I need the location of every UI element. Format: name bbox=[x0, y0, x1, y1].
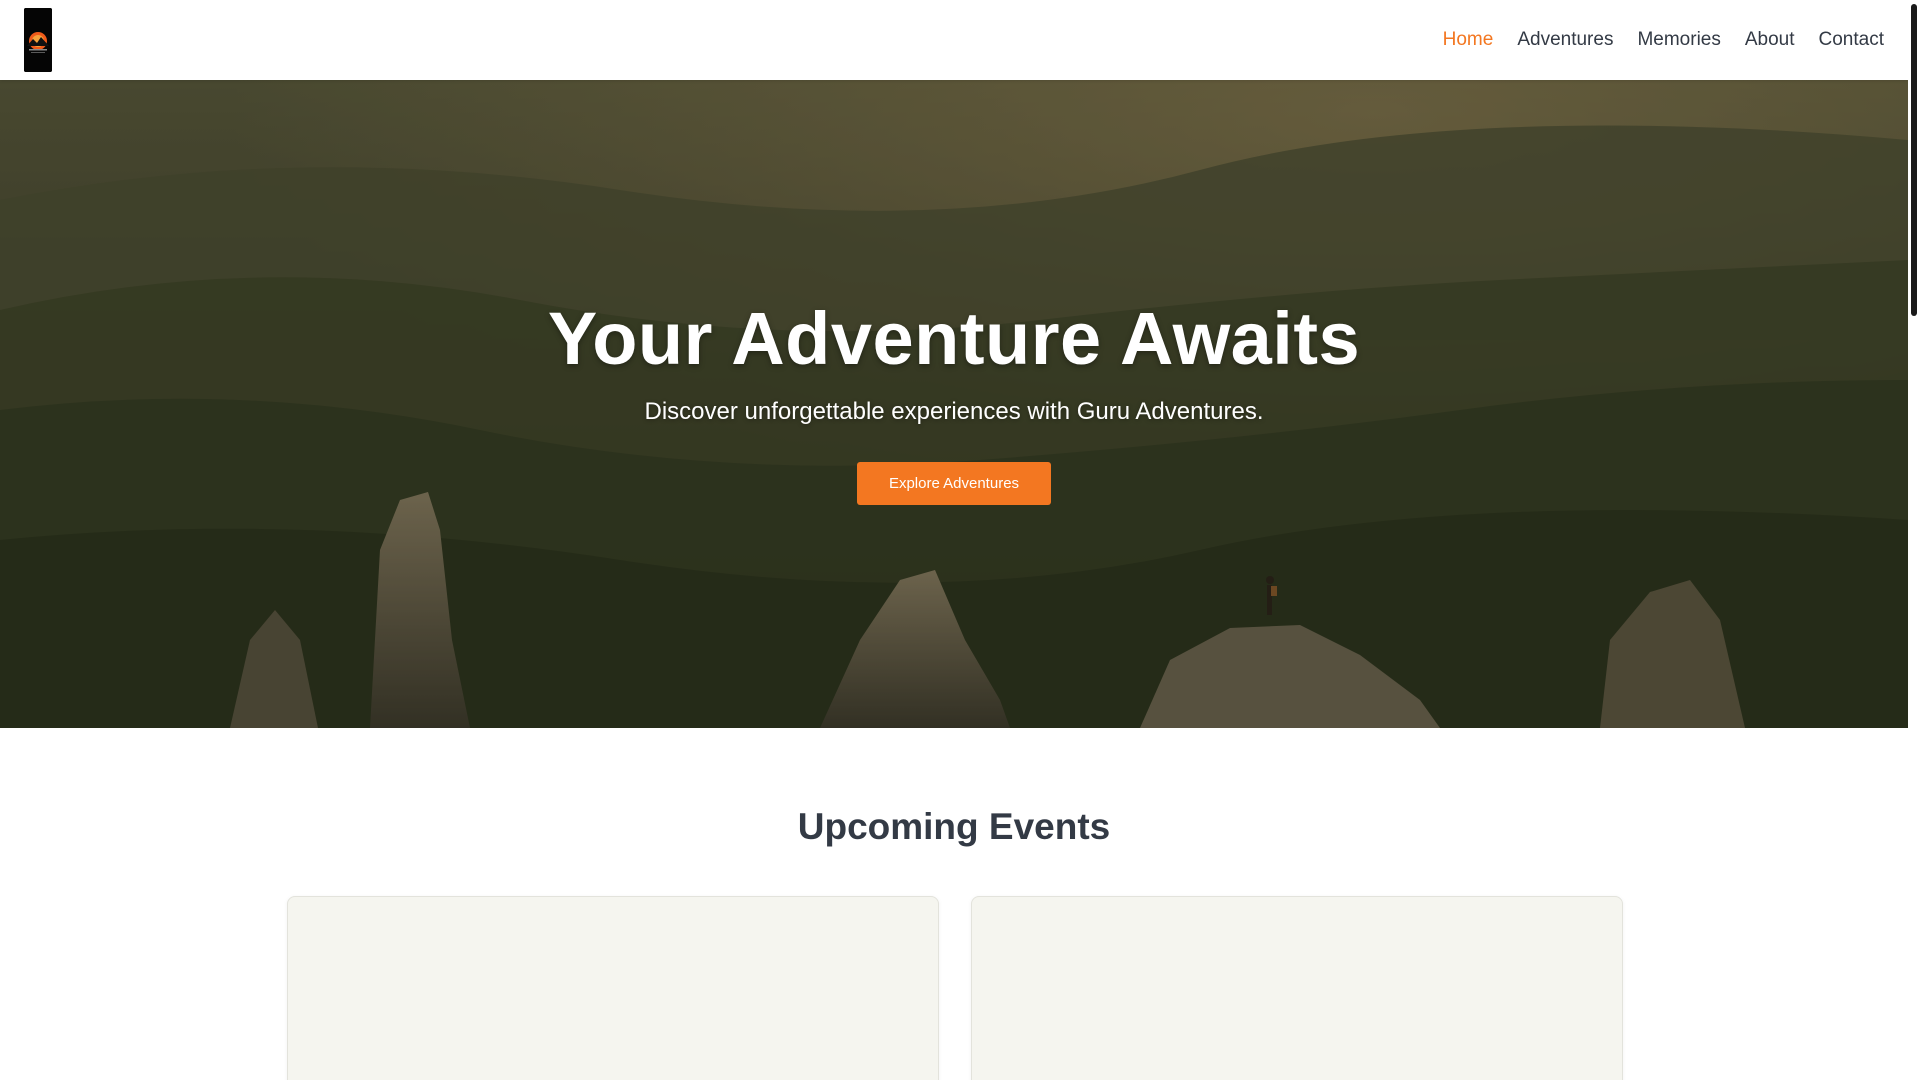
site-logo[interactable] bbox=[24, 8, 52, 72]
hero-section: Your Adventure Awaits Discover unforgett… bbox=[0, 80, 1908, 728]
nav-adventures-link[interactable]: Adventures bbox=[1517, 29, 1613, 51]
main-nav: Home Adventures Memories About Contact bbox=[1443, 0, 1884, 80]
nav-contact-link[interactable]: Contact bbox=[1819, 29, 1884, 51]
browser-viewport: Home Adventures Memories About Contact Y… bbox=[0, 0, 1920, 1080]
hero-content: Your Adventure Awaits Discover unforgett… bbox=[0, 302, 1908, 505]
nav-home-link[interactable]: Home bbox=[1443, 29, 1494, 51]
page-scrollbar[interactable] bbox=[1908, 0, 1920, 1080]
nav-memories-link[interactable]: Memories bbox=[1637, 29, 1720, 51]
hero-title: Your Adventure Awaits bbox=[547, 297, 1361, 380]
nav-about-link[interactable]: About bbox=[1745, 29, 1795, 51]
hero-subtitle: Discover unforgettable experiences with … bbox=[644, 398, 1264, 425]
scrollbar-thumb[interactable] bbox=[1911, 4, 1917, 316]
explore-adventures-button[interactable]: Explore Adventures bbox=[856, 462, 1052, 505]
page: Home Adventures Memories About Contact Y… bbox=[0, 0, 1908, 1080]
sunset-logo-icon bbox=[24, 8, 52, 72]
upcoming-events-heading: Upcoming Events bbox=[797, 806, 1111, 847]
site-header: Home Adventures Memories About Contact bbox=[0, 0, 1908, 80]
event-card[interactable] bbox=[971, 896, 1623, 1080]
event-card[interactable] bbox=[287, 896, 939, 1080]
